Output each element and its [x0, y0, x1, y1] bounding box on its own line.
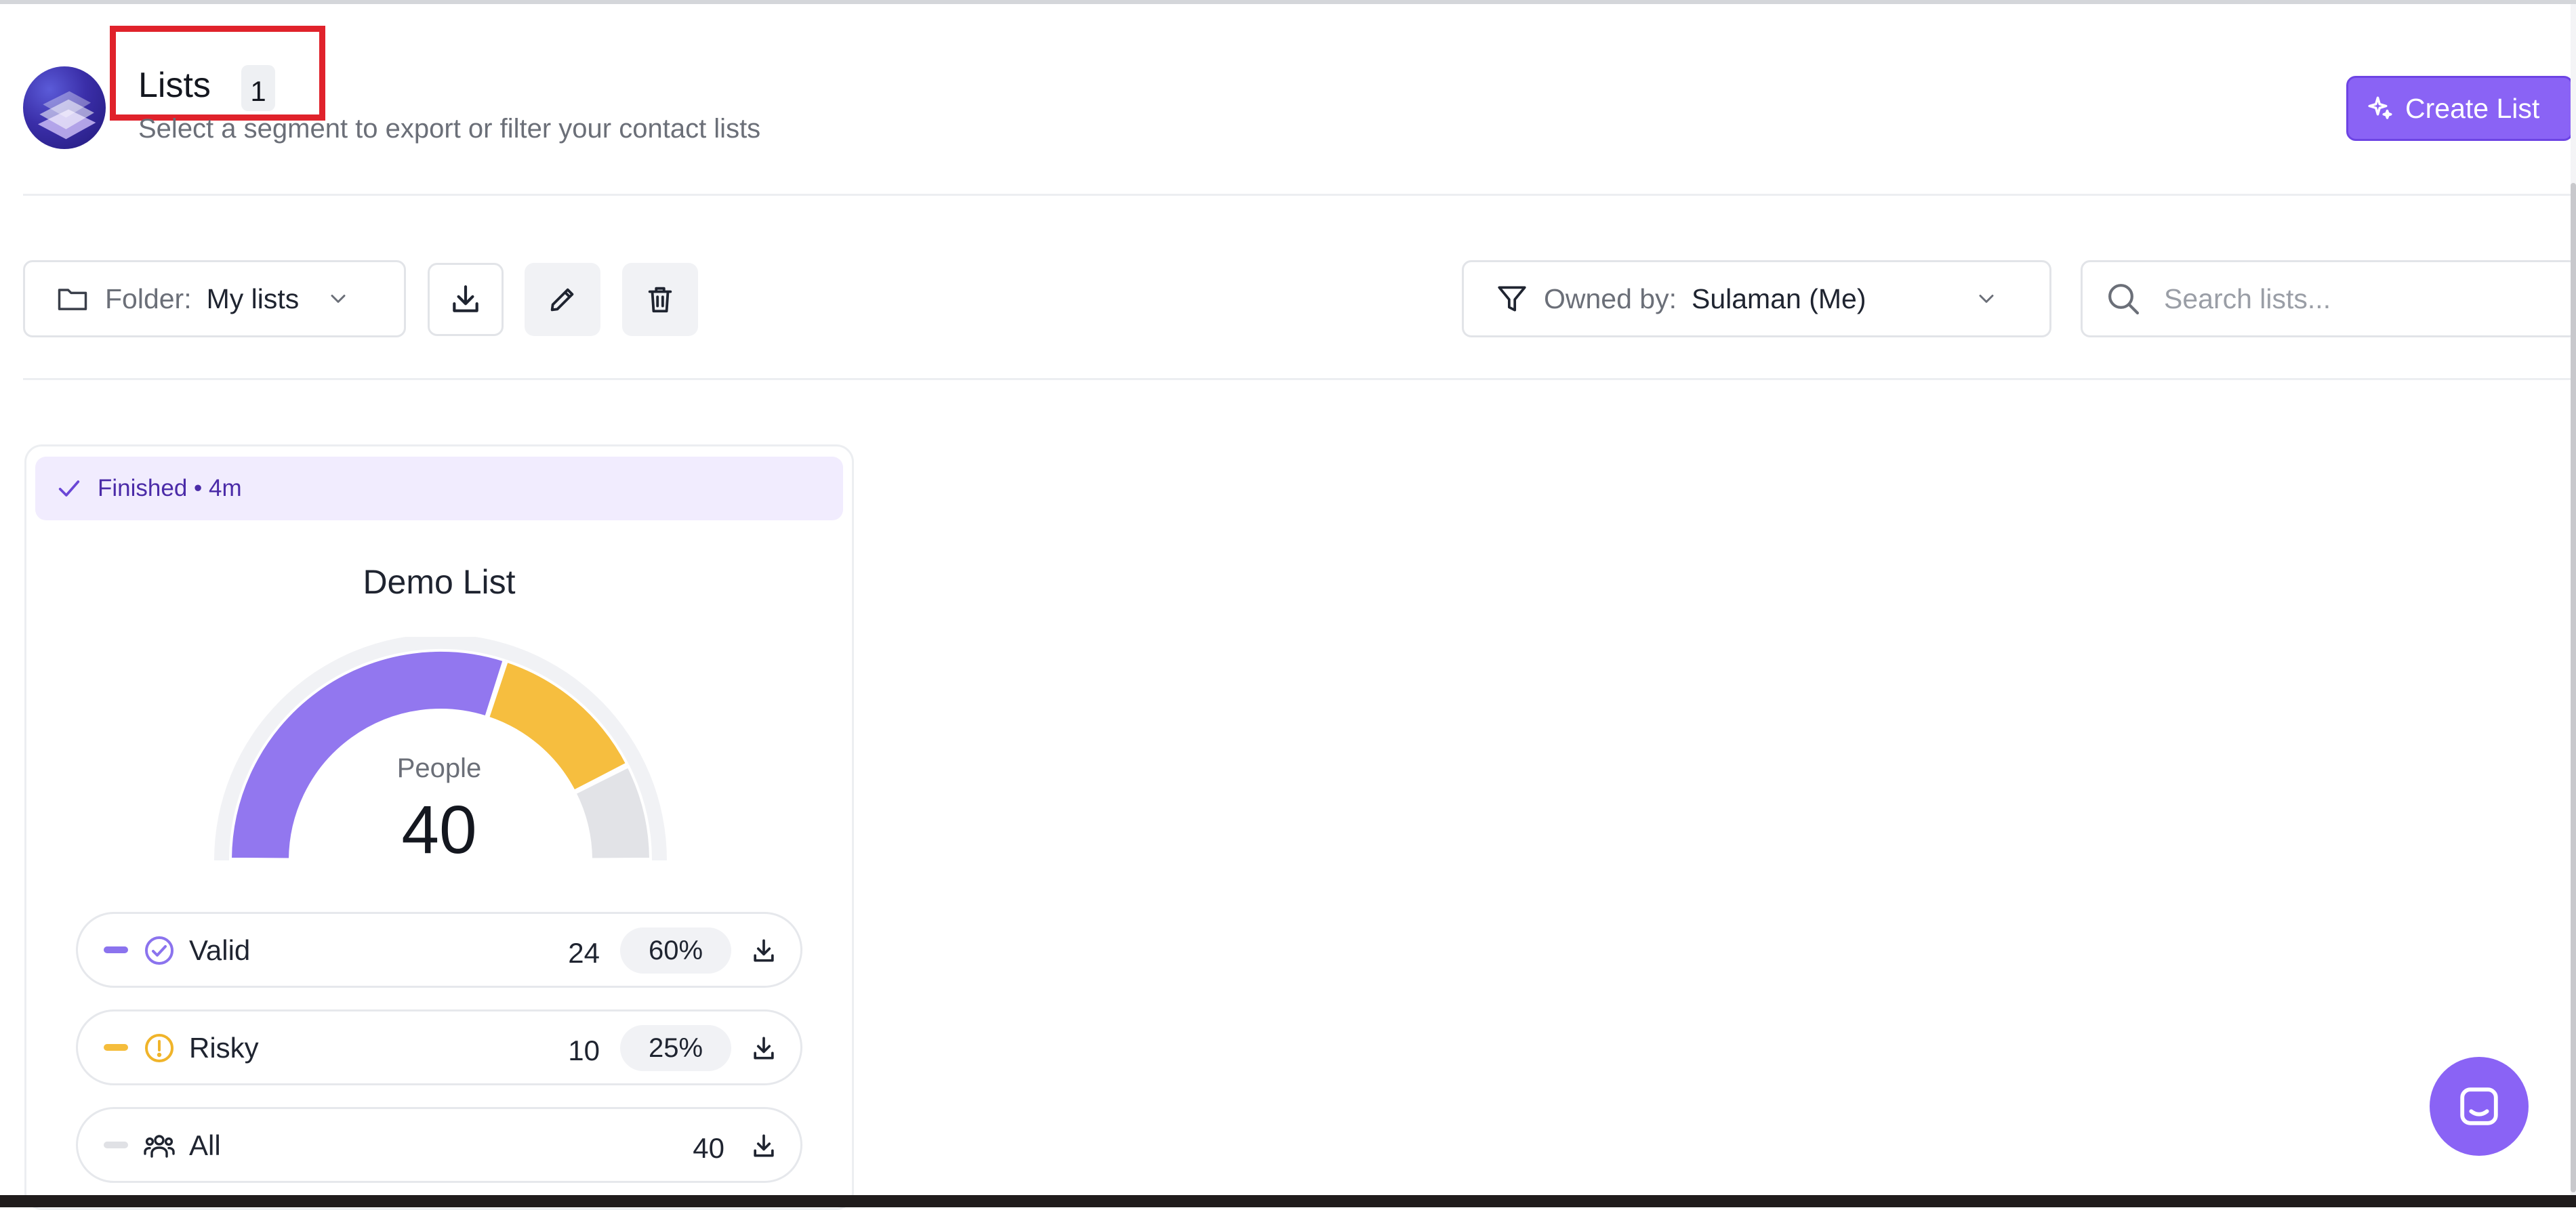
people-label: People	[396, 753, 482, 783]
search-input[interactable]: Search lists...	[2164, 283, 2331, 315]
segment-count: 10	[568, 1035, 600, 1066]
scrollbar-thumb[interactable]	[2571, 183, 2576, 1192]
owner-filter-select[interactable]: Owned by: Sulaman (Me)	[1462, 260, 2051, 337]
segment-label: Valid	[189, 934, 251, 966]
sparkle-icon	[2368, 96, 2392, 119]
valid-swatch	[104, 946, 128, 953]
chat-launcher-button[interactable]	[2430, 1057, 2529, 1156]
segment-percent: 25%	[620, 1025, 731, 1071]
filter-icon	[1498, 286, 1526, 312]
owner-prefix: Owned by:	[1544, 283, 1677, 314]
all-swatch	[104, 1142, 128, 1148]
download-icon[interactable]	[749, 1131, 779, 1161]
risky-swatch	[104, 1044, 128, 1051]
segment-count: 24	[568, 937, 600, 969]
check-circle-icon	[145, 936, 173, 965]
status-banner: Finished • 4m	[35, 457, 843, 520]
check-icon	[58, 480, 80, 497]
owner-value: Sulaman (Me)	[1692, 283, 1866, 314]
create-list-label: Create List	[2405, 92, 2540, 124]
pencil-icon	[550, 288, 574, 312]
segment-percent: 60%	[620, 927, 731, 974]
segment-count: 40	[693, 1132, 724, 1164]
page-subtitle: Select a segment to export or filter you…	[138, 114, 761, 144]
list-name: Demo List	[363, 563, 516, 601]
segment-label: All	[189, 1129, 221, 1161]
segment-row-risky[interactable]: Risky 10 25%	[76, 1009, 802, 1085]
window-top-edge	[0, 0, 2576, 4]
search-box[interactable]: Search lists...	[2081, 260, 2576, 337]
highlight-box	[110, 26, 325, 121]
download-icon[interactable]	[749, 1033, 779, 1063]
chevron-down-icon	[331, 295, 346, 303]
bottom-edge	[0, 1195, 2576, 1207]
create-list-button[interactable]: Create List	[2346, 76, 2573, 141]
folder-prefix: Folder:	[105, 283, 192, 314]
people-count: 40	[401, 792, 477, 868]
trash-icon	[648, 287, 672, 313]
folder-select[interactable]: Folder: My lists	[23, 260, 406, 337]
segment-row-valid[interactable]: Valid 24 60%	[76, 912, 802, 988]
search-icon	[2108, 284, 2140, 315]
folder-value: My lists	[206, 283, 300, 314]
segment-row-all[interactable]: All 40	[76, 1107, 802, 1183]
export-button[interactable]	[428, 263, 504, 336]
workspace-logo[interactable]	[23, 66, 106, 149]
delete-button[interactable]	[622, 263, 698, 336]
segment-label: Risky	[189, 1032, 259, 1064]
status-text: Finished • 4m	[98, 475, 242, 501]
chat-icon	[2460, 1087, 2498, 1125]
download-icon[interactable]	[749, 936, 779, 965]
toolbar-divider	[23, 378, 2571, 380]
download-icon	[453, 285, 478, 312]
header-divider	[23, 194, 2571, 196]
edit-button[interactable]	[525, 263, 600, 336]
chevron-down-icon	[1979, 295, 1994, 303]
folder-icon	[58, 289, 87, 310]
warning-circle-icon	[145, 1034, 173, 1062]
users-icon	[144, 1135, 175, 1158]
